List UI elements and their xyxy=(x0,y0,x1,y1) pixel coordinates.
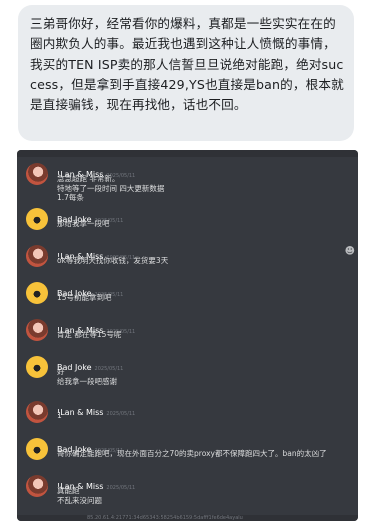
avatar[interactable] xyxy=(26,475,48,497)
chat-message: !Lan & Miss 2025/05/11 肯定 都在等15号呢 xyxy=(17,313,358,350)
message-text: 给我拿一段吧感谢 xyxy=(57,377,117,386)
post-text: 三弟哥你好，经常看你的爆料，真都是一些实实在在的圈内欺负人的事。最近我也遇到这种… xyxy=(30,16,344,113)
avatar[interactable] xyxy=(26,163,48,185)
message-text: 肯定 都在等15号呢 xyxy=(57,330,122,339)
chat-message: !Lan & Miss 2025/05/11 急急超跑 非常新。 特地等了一段时间… xyxy=(17,157,358,202)
message-text: 1 xyxy=(57,411,62,420)
chat-message: !Lan & Miss 2025/05/11 1 xyxy=(17,395,358,432)
avatar[interactable] xyxy=(26,208,48,230)
avatar[interactable] xyxy=(26,401,48,423)
cropped-footer-text: 85.20.61.4:21771:34d65343:58254b6159:5da… xyxy=(17,515,358,521)
message-text: 哥你确定能跑吧，现在外面百分之70的卖proxy都不保障跑四大了。ban的太凶了 xyxy=(57,449,327,458)
chat-message: Bad Joke 2025/05/11 哥你确定能跑吧，现在外面百分之70的卖pr… xyxy=(17,432,358,469)
timestamp: 2025/05/11 xyxy=(106,485,136,491)
avatar[interactable] xyxy=(26,356,48,378)
timestamp: 2025/05/11 xyxy=(94,366,124,372)
chat-screenshot: !Lan & Miss 2025/05/11 急急超跑 非常新。 特地等了一段时间… xyxy=(17,150,358,521)
avatar[interactable] xyxy=(26,438,48,460)
chat-message: Bad Joke 2025/05/11 那给我拿一段吧 xyxy=(17,202,358,239)
chat-message: Bad Joke 2025/05/11 15号前能拿到吧 xyxy=(17,276,358,313)
chat-message: !Lan & Miss 2025/05/11 ok等我明天找你收钱，发货要3天 xyxy=(17,239,358,276)
chat-top-bar xyxy=(17,150,358,157)
message-text: 不乱来没问题 xyxy=(57,496,102,505)
author-name[interactable]: !Lan & Miss xyxy=(57,408,103,417)
avatar[interactable] xyxy=(26,319,48,341)
message-text: ok等我明天找你收钱，发货要3天 xyxy=(57,256,169,265)
timestamp: 2025/05/11 xyxy=(106,411,136,417)
chat-message: !Lan & Miss 2025/05/11 真能跑 不乱来没问题 xyxy=(17,469,358,514)
message-text: 15号前能拿到吧 xyxy=(57,293,112,302)
add-reaction-icon[interactable]: ☻ xyxy=(345,246,355,257)
message-text: 那给我拿一段吧 xyxy=(57,219,110,228)
avatar[interactable] xyxy=(26,245,48,267)
post-bubble: 三弟哥你好，经常看你的爆料，真都是一些实实在在的圈内欺负人的事。最近我也遇到这种… xyxy=(18,5,354,141)
chat-message: Bad Joke 2025/05/11 好 给我拿一段吧感谢 xyxy=(17,350,358,395)
avatar[interactable] xyxy=(26,282,48,304)
